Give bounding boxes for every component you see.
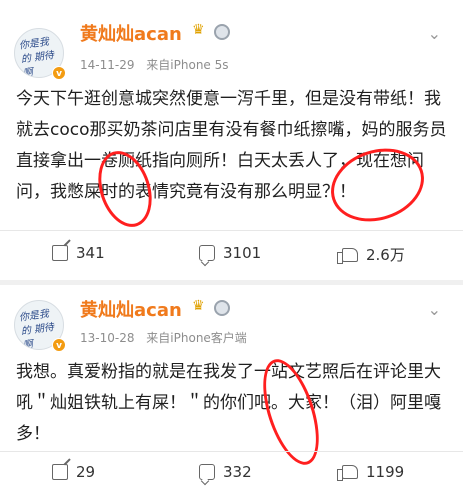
repost-count: 341 — [76, 244, 105, 262]
like-icon — [337, 465, 358, 481]
weibo-post-2: 你是我的 期待啊 v 黄灿灿acan ♛ ⌄ 13-10-28 来自iPhone… — [0, 285, 463, 500]
verified-badge: v — [52, 338, 66, 352]
comment-count: 3101 — [223, 244, 262, 262]
repost-button[interactable]: 341 — [52, 244, 105, 262]
post-source: 来自iPhone 5s — [146, 58, 229, 72]
repost-count: 29 — [76, 463, 96, 481]
comment-button[interactable]: 3101 — [199, 244, 261, 262]
repost-icon — [52, 464, 68, 480]
author-name[interactable]: 黄灿灿acan — [80, 296, 182, 322]
like-icon — [337, 247, 358, 264]
repost-icon — [52, 245, 68, 261]
crown-icon: ♛ — [192, 298, 205, 314]
post-meta: 14-11-29 来自iPhone 5s — [80, 56, 237, 73]
comment-icon — [199, 464, 215, 480]
verified-badge: v — [52, 66, 66, 80]
repost-button[interactable]: 29 — [52, 463, 95, 481]
like-button[interactable]: 1199 — [337, 463, 405, 481]
crown-icon: ♛ — [192, 22, 205, 38]
divider — [0, 451, 463, 452]
post-date: 13-10-28 — [80, 331, 135, 345]
chevron-down-icon[interactable]: ⌄ — [428, 24, 441, 43]
post-source: 来自iPhone客户端 — [146, 331, 247, 345]
post-date: 14-11-29 — [80, 58, 135, 72]
post-meta: 13-10-28 来自iPhone客户端 — [80, 329, 255, 346]
like-count: 1199 — [366, 463, 405, 481]
chevron-down-icon[interactable]: ⌄ — [428, 300, 441, 319]
weibo-post-1: 你是我的 期待啊 v 黄灿灿acan ♛ ⌄ 14-11-29 来自iPhone… — [0, 0, 463, 280]
medal-icon — [214, 24, 230, 40]
divider — [0, 230, 463, 231]
like-button[interactable]: 2.6万 — [337, 244, 405, 265]
medal-icon — [214, 300, 230, 316]
comment-button[interactable]: 332 — [199, 463, 252, 481]
comment-count: 332 — [223, 463, 252, 481]
author-name[interactable]: 黄灿灿acan — [80, 20, 182, 46]
comment-icon — [199, 245, 215, 261]
like-count: 2.6万 — [366, 246, 405, 264]
post-content: 我想。真爱粉指的就是在我发了一站文艺照后在评论里大吼＂灿姐铁轨上有屎！＂的你们吧… — [16, 362, 441, 444]
